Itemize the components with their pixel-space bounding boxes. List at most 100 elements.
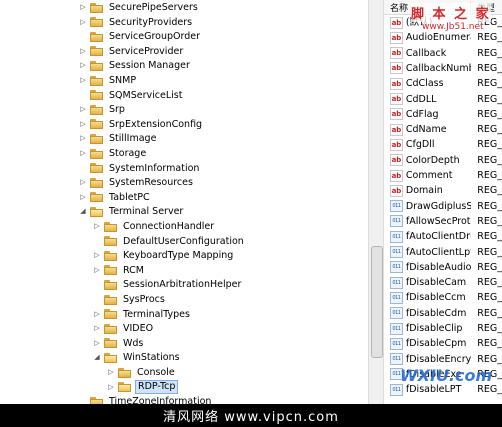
value-row[interactable]: ab ColorDepth REG_ [384, 153, 502, 168]
value-row[interactable]: 011 fDisableCpm REG_ [384, 336, 502, 351]
expand-arrow-icon[interactable]: ▷ [107, 365, 115, 380]
value-row[interactable]: 011 fDisableCdm REG_ [384, 306, 502, 321]
tree-item[interactable]: TimeZoneInformation [79, 394, 213, 404]
binary-value-icon: 011 [390, 200, 403, 213]
tree-item[interactable]: ▷ SrpExtensionConfig [79, 117, 204, 132]
value-row[interactable]: 011 fDisableCcm REG_ [384, 290, 502, 305]
tree-item[interactable]: ▷ RDP-Tcp [107, 380, 179, 395]
value-row[interactable]: ab CfgDll REG_ [384, 137, 502, 152]
value-type: REG_ [477, 108, 502, 120]
expand-arrow-icon[interactable]: ▷ [93, 307, 101, 322]
tree-item[interactable]: ServiceGroupOrder [79, 29, 202, 44]
tree-item[interactable]: ▷ SecurityProviders [79, 15, 194, 30]
expand-arrow-icon[interactable]: ▷ [79, 58, 87, 73]
expand-arrow-icon[interactable]: ▷ [79, 117, 87, 132]
folder-icon [104, 352, 117, 363]
value-name: Domain [405, 185, 443, 197]
tree-item[interactable]: ▷ Console [107, 365, 177, 380]
tree-item[interactable]: ◢ Terminal Server [79, 204, 185, 219]
value-row[interactable]: 011DrawGdiplusS... REG_ [384, 199, 502, 214]
value-row[interactable]: 011fAutoClientLpts REG_ [384, 245, 502, 260]
value-row[interactable]: 011fDisableEncryp... REG_ [384, 352, 502, 367]
value-row[interactable]: ab CdName REG_ [384, 122, 502, 137]
expand-arrow-icon[interactable]: ▷ [79, 146, 87, 161]
expand-arrow-icon[interactable]: ▷ [79, 73, 87, 88]
scrollbar-thumb[interactable] [371, 246, 383, 358]
folder-icon [118, 367, 131, 378]
tree-item[interactable]: ▷ VIDEO [93, 321, 155, 336]
folder-icon [104, 309, 117, 320]
expand-arrow-icon[interactable]: ▷ [79, 15, 87, 30]
tree-item[interactable]: ▷ SecurePipeServers [79, 0, 200, 15]
collapse-arrow-icon[interactable]: ◢ [79, 204, 87, 219]
tree-item-label: SystemInformation [109, 162, 200, 174]
value-type: REG_ [477, 323, 502, 334]
value-row[interactable]: abCallbackNumb... REG_ [384, 61, 502, 76]
expand-arrow-icon[interactable]: ▷ [79, 44, 87, 59]
tree-item[interactable]: ▷ Storage [79, 146, 148, 161]
tree-item[interactable]: ▷ TabletPC [79, 190, 152, 205]
string-value-icon: ab [390, 169, 403, 182]
folder-icon [90, 206, 103, 217]
tree-item[interactable]: ▷ RCM [93, 263, 146, 278]
tree-item[interactable]: DefaultUserConfiguration [93, 234, 246, 249]
tree-item[interactable]: ▷ StillImage [79, 131, 158, 146]
value-type: REG_ [477, 47, 502, 59]
value-row[interactable]: 011fAllowSecProto... REG_ [384, 214, 502, 229]
expand-arrow-icon[interactable]: ▷ [79, 131, 87, 146]
value-type: REG_ [477, 170, 502, 181]
tree-item[interactable]: ◢ WinStations [93, 350, 182, 365]
expand-arrow-icon[interactable]: ▷ [79, 102, 87, 117]
expand-arrow-icon[interactable]: ▷ [93, 336, 101, 351]
value-row[interactable]: ab CdClass REG_ [384, 76, 502, 91]
string-value-icon: ab [390, 123, 403, 136]
tree-item[interactable]: ▷ ConnectionHandler [93, 219, 216, 234]
tree-item[interactable]: SystemInformation [79, 161, 201, 176]
expand-arrow-icon[interactable]: ▷ [93, 248, 101, 263]
tree-item-label: SecurePipeServers [109, 2, 198, 13]
value-row[interactable]: 011 fDisableCam REG_ [384, 275, 502, 290]
folder-icon [90, 90, 103, 101]
expand-arrow-icon[interactable]: ▷ [79, 0, 87, 15]
value-row[interactable]: ab Domain REG_ [384, 183, 502, 198]
value-row[interactable]: ab CdDLL REG_ [384, 92, 502, 107]
value-row[interactable]: 011fAutoClientDriv... REG_ [384, 229, 502, 244]
expand-arrow-icon[interactable]: ▷ [93, 219, 101, 234]
tree-item[interactable]: SessionArbitrationHelper [93, 277, 243, 292]
value-name: fDisableCam [405, 277, 467, 289]
tree-item[interactable]: SQMServiceList [79, 88, 184, 103]
tree-item[interactable]: ▷ Session Manager [79, 58, 192, 73]
expand-arrow-icon[interactable]: ▷ [79, 175, 87, 190]
string-value-icon: ab [390, 108, 403, 121]
tree-item[interactable]: ▷ SystemResources [79, 175, 195, 190]
collapse-arrow-icon[interactable]: ◢ [93, 350, 101, 365]
value-row[interactable]: ab Callback REG_ [384, 46, 502, 61]
value-type: REG_ [477, 62, 502, 74]
tree-item[interactable]: ▷ TerminalTypes [93, 307, 192, 322]
expand-arrow-icon[interactable]: ▷ [93, 321, 101, 336]
value-row[interactable]: ab Comment REG_ [384, 168, 502, 183]
tree-item[interactable]: ▷ ServiceProvider [79, 44, 185, 59]
watermark-site-name: 脚 本 之 家 [411, 3, 491, 22]
expand-arrow-icon[interactable]: ▷ [107, 380, 115, 395]
value-type: REG_ [477, 353, 502, 365]
tree-item[interactable]: ▷ SNMP [79, 73, 138, 88]
string-value-icon: ab [390, 93, 403, 105]
tree-item[interactable]: ▷ Wds [93, 336, 145, 351]
values-list[interactable]: 名称 类型 ab(默认)REG_abAudioEnumera...REG_abC… [384, 0, 502, 404]
tree-item[interactable]: ▷ KeyboardType Mapping [93, 248, 235, 263]
tree-item[interactable]: ▷ Srp [79, 102, 127, 117]
tree-vertical-scrollbar[interactable] [368, 0, 384, 404]
value-type: REG_ [477, 261, 502, 273]
registry-tree[interactable]: ▷ SecurePipeServers ▷ SecurityProviders Serv… [0, 0, 368, 404]
value-row[interactable]: ab CdFlag REG_ [384, 107, 502, 122]
expand-arrow-icon[interactable]: ▷ [79, 190, 87, 205]
value-row[interactable]: 011 fDisableClip REG_ [384, 321, 502, 336]
tree-item[interactable]: SysProcs [93, 292, 167, 307]
tree-item-label: SecurityProviders [109, 16, 193, 28]
value-row[interactable]: 011fDisableAudio... REG_ [384, 260, 502, 275]
value-row[interactable]: abAudioEnumera... REG_ [384, 30, 502, 45]
expand-arrow-icon[interactable]: ▷ [93, 263, 101, 278]
folder-icon [90, 177, 103, 188]
